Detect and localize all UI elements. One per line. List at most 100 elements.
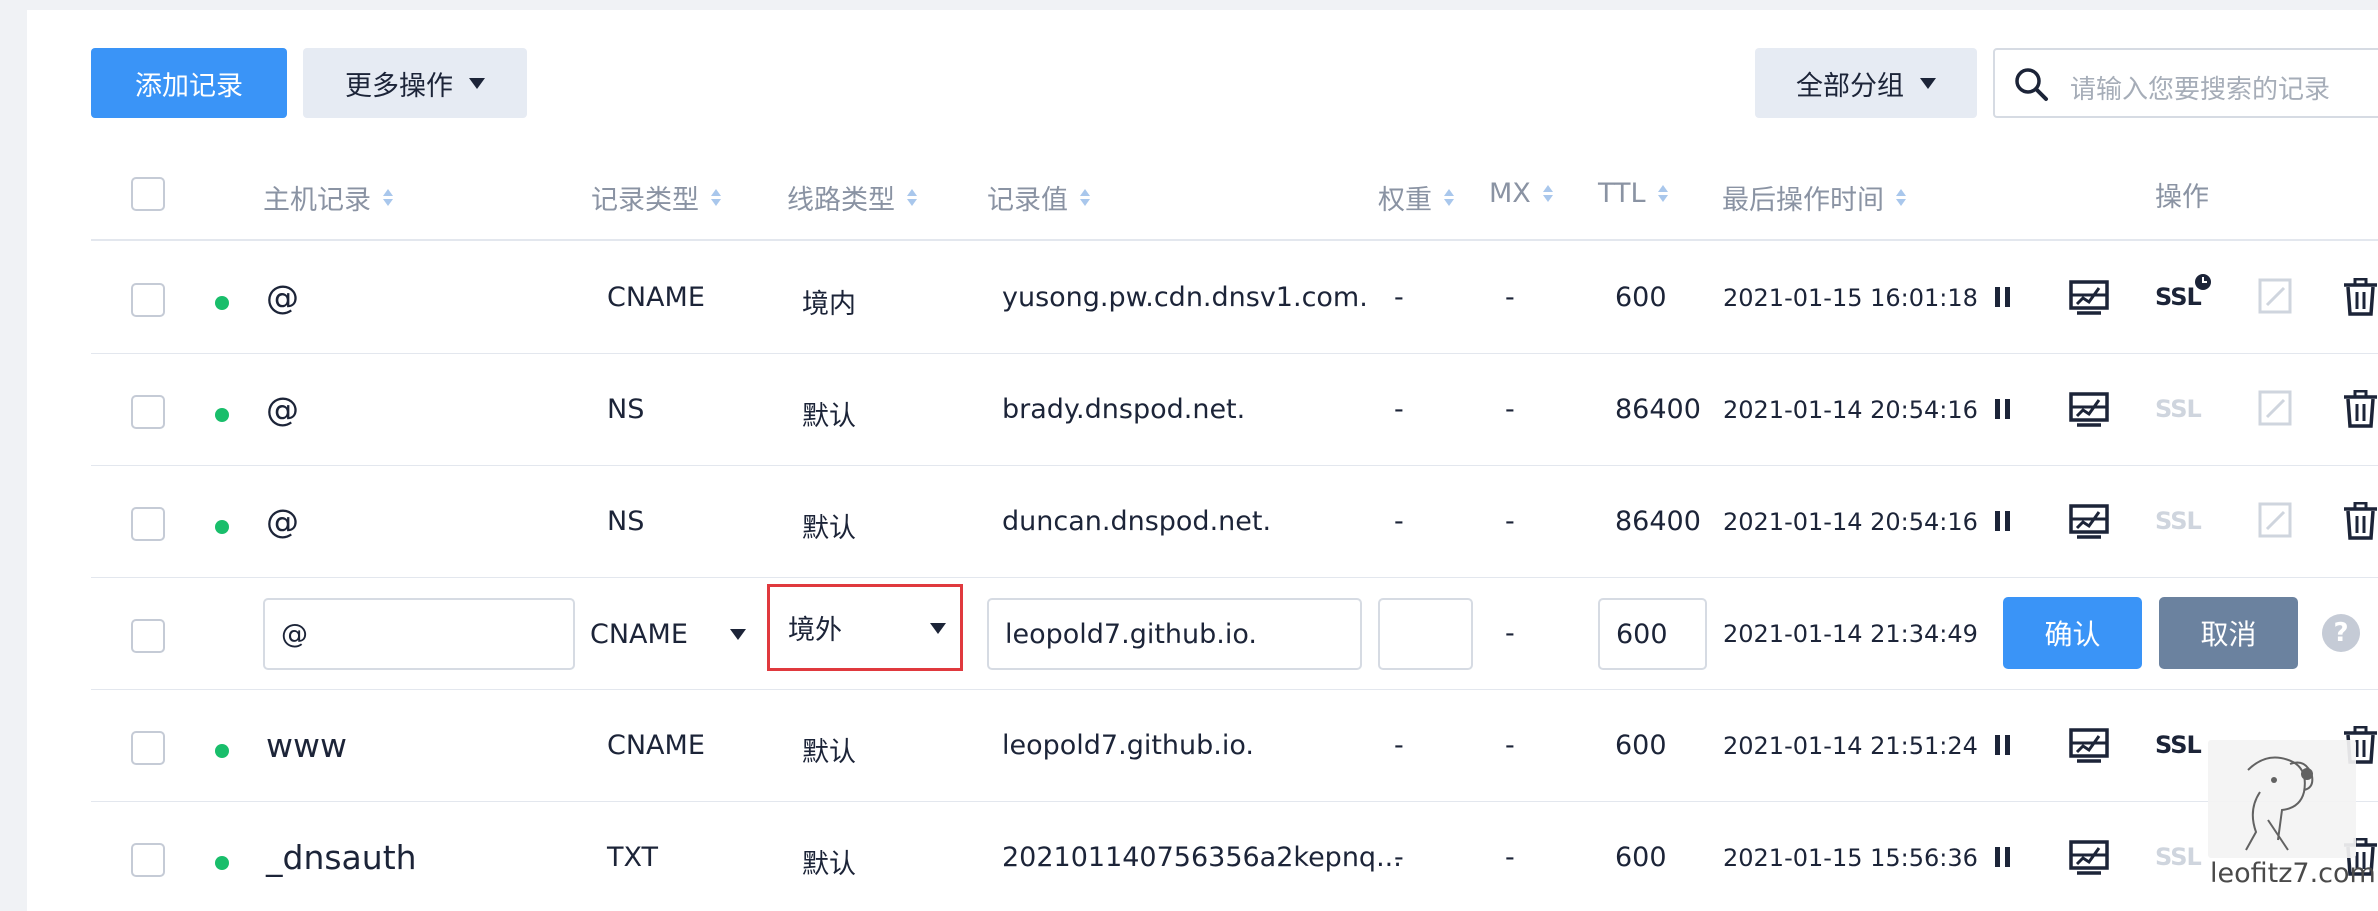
row-divider (91, 577, 2378, 578)
remark-icon[interactable] (2258, 390, 2292, 426)
pause-icon[interactable] (1993, 509, 2013, 533)
column-ttl-label: TTL (1598, 178, 1646, 209)
add-record-button[interactable]: 添加记录 (91, 48, 287, 118)
group-filter-dropdown[interactable]: 全部分组 (1755, 48, 1977, 118)
weight-cell: - (1394, 282, 1404, 313)
cancel-button[interactable]: 取消 (2159, 597, 2298, 669)
trash-icon[interactable] (2343, 502, 2378, 540)
mx-cell: - (1505, 282, 1515, 313)
row-checkbox[interactable] (131, 731, 165, 765)
sort-icon (383, 189, 393, 206)
column-mx-label: MX (1489, 178, 1531, 209)
monitor-icon[interactable] (2069, 840, 2109, 876)
ssl-icon[interactable]: SSL (2155, 731, 2202, 759)
sort-icon (711, 189, 721, 206)
column-header-weight[interactable]: 权重 (1378, 178, 1454, 217)
ssl-icon: SSL (2155, 843, 2202, 871)
remark-icon[interactable] (2258, 502, 2292, 538)
ttl-cell: 600 (1615, 282, 1667, 313)
value-cell: yusong.pw.cdn.dnsv1.com. (1002, 282, 1368, 313)
row-checkbox[interactable] (131, 283, 165, 317)
line-type-select[interactable]: 境外 (767, 584, 963, 671)
type-cell: NS (607, 394, 645, 425)
column-header-mx[interactable]: MX (1489, 178, 1553, 209)
column-header-updated[interactable]: 最后操作时间 (1722, 178, 1906, 217)
column-header-host[interactable]: 主机记录 (263, 178, 393, 217)
remark-icon[interactable] (2258, 278, 2292, 314)
type-cell: TXT (607, 842, 659, 873)
search-input[interactable]: 请输入您要搜索的记录 (1993, 48, 2378, 118)
type-cell: CNAME (607, 730, 705, 761)
column-header-type[interactable]: 记录类型 (591, 178, 721, 217)
row-divider (91, 801, 2378, 802)
confirm-button[interactable]: 确认 (2003, 597, 2142, 669)
row-checkbox[interactable] (131, 507, 165, 541)
weight-cell: - (1394, 506, 1404, 537)
row-divider (91, 353, 2378, 354)
status-dot (215, 744, 229, 758)
help-icon[interactable]: ? (2322, 614, 2360, 652)
host-cell: @ (266, 502, 299, 541)
updated-cell: 2021-01-14 20:54:16 (1723, 508, 1978, 536)
ttl-input[interactable]: 600 (1598, 598, 1707, 670)
sort-icon (907, 189, 917, 206)
trash-icon[interactable] (2343, 278, 2378, 316)
updated-cell: 2021-01-14 20:54:16 (1723, 396, 1978, 424)
row-checkbox[interactable] (131, 843, 165, 877)
updated-cell: 2021-01-15 16:01:18 (1723, 284, 1978, 312)
line-cell: 境内 (802, 289, 856, 320)
search-placeholder: 请输入您要搜索的记录 (2070, 75, 2331, 105)
trash-icon[interactable] (2343, 390, 2378, 428)
pause-icon[interactable] (1993, 845, 2013, 869)
line-type-value: 境外 (788, 615, 842, 646)
monitor-icon[interactable] (2069, 728, 2109, 764)
host-input[interactable]: @ (263, 598, 575, 670)
row-divider (91, 465, 2378, 466)
column-type-label: 记录类型 (591, 185, 699, 216)
ttl-cell: 86400 (1615, 394, 1701, 425)
sort-icon (1444, 189, 1454, 206)
confirm-label: 确认 (2044, 618, 2101, 651)
add-record-label: 添加记录 (135, 70, 243, 102)
select-all-checkbox[interactable] (131, 177, 165, 211)
line-cell: 默认 (802, 401, 856, 432)
dog-sketch-icon (2245, 756, 2314, 851)
monitor-icon[interactable] (2069, 280, 2109, 316)
more-actions-dropdown[interactable]: 更多操作 (303, 48, 527, 118)
status-dot (215, 520, 229, 534)
mx-cell: - (1505, 842, 1515, 873)
search-icon (2015, 68, 2048, 101)
mx-cell: - (1505, 618, 1515, 649)
records-panel (27, 10, 2378, 911)
weight-cell: - (1394, 842, 1404, 873)
record-type-select[interactable]: CNAME (590, 598, 760, 670)
record-value-text: leopold7.github.io. (1005, 618, 1257, 650)
value-cell: duncan.dnspod.net. (1002, 506, 1272, 537)
column-header-line[interactable]: 线路类型 (787, 178, 917, 217)
column-header-value[interactable]: 记录值 (987, 178, 1090, 217)
updated-cell: 2021-01-15 15:56:36 (1723, 844, 1978, 872)
column-host-label: 主机记录 (263, 185, 371, 216)
sort-icon (1896, 189, 1906, 206)
weight-input[interactable] (1378, 598, 1473, 670)
pause-icon[interactable] (1993, 733, 2013, 757)
updated-cell: 2021-01-14 21:34:49 (1723, 620, 1978, 648)
monitor-icon[interactable] (2069, 392, 2109, 428)
ttl-input-value: 600 (1616, 618, 1668, 650)
value-cell: brady.dnspod.net. (1002, 394, 1246, 425)
record-value-input[interactable]: leopold7.github.io. (987, 598, 1362, 670)
row-checkbox[interactable] (131, 395, 165, 429)
column-actions-label: 操作 (2155, 182, 2209, 213)
pause-icon[interactable] (1993, 397, 2013, 421)
watermark-text: leofitz7.com (2210, 858, 2376, 889)
pause-icon[interactable] (1993, 285, 2013, 309)
clock-icon (2195, 274, 2211, 290)
line-cell: 默认 (802, 513, 856, 544)
column-updated-label: 最后操作时间 (1722, 185, 1884, 216)
column-header-ttl[interactable]: TTL (1598, 178, 1668, 209)
monitor-icon[interactable] (2069, 504, 2109, 540)
line-cell: 默认 (802, 849, 856, 880)
ssl-icon: SSL (2155, 395, 2202, 423)
caret-down-icon (1920, 77, 1936, 89)
row-checkbox[interactable] (131, 619, 165, 653)
